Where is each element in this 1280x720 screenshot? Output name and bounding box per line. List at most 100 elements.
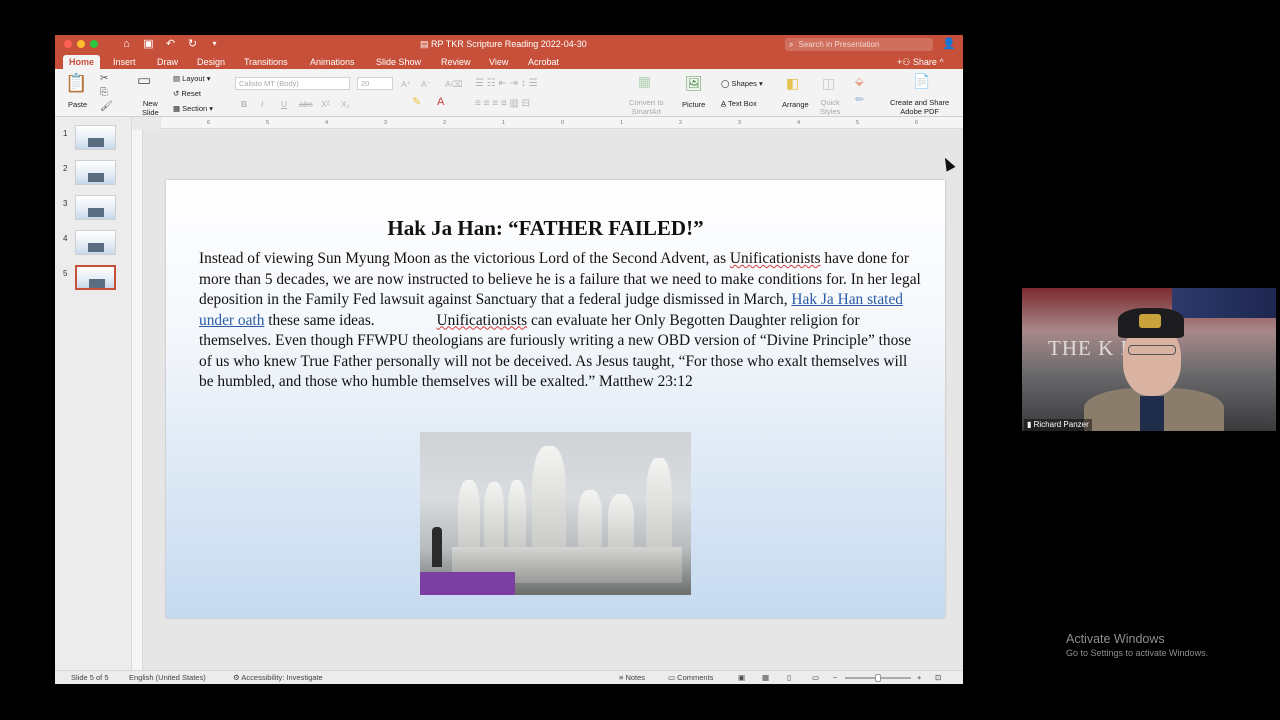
zoom-in-icon[interactable]: +	[917, 671, 921, 684]
tab-animations[interactable]: Animations	[304, 55, 361, 69]
tab-view[interactable]: View	[483, 55, 514, 69]
slide-sorter-icon[interactable]: ▦	[762, 671, 769, 684]
shape-outline-icon[interactable]: ✏	[855, 95, 864, 106]
slideshow-icon[interactable]: ▭	[812, 671, 819, 684]
new-slide-button[interactable]: New Slide	[142, 99, 159, 117]
decrease-font-icon[interactable]: A⁻	[421, 79, 431, 89]
arrange-icon[interactable]: ◧	[786, 75, 799, 91]
font-size-select[interactable]: 20	[357, 77, 393, 90]
slide-thumbnail[interactable]: 3	[55, 195, 132, 225]
quick-access-toolbar: ⌂ ▣ ↶ ↻ ▾	[120, 37, 221, 51]
collapse-ribbon-icon[interactable]: ^	[939, 57, 943, 67]
arrange-button[interactable]: Arrange	[782, 100, 809, 109]
ruler-tick-label: 1	[620, 120, 624, 126]
thumbnail-image	[75, 160, 116, 185]
tab-insert[interactable]: Insert	[107, 55, 142, 69]
search-input[interactable]: ⌕ Search in Presentation	[785, 38, 933, 51]
slide-counter: Slide 5 of 5	[71, 673, 109, 682]
slide-thumbnail[interactable]: 2	[55, 160, 132, 190]
shapes-button[interactable]: ◯ Shapes ▾	[721, 79, 763, 88]
slide-thumbnail[interactable]: 1	[55, 125, 132, 155]
flower-bed	[420, 572, 515, 595]
normal-view-icon[interactable]: ▣	[738, 671, 745, 684]
language-indicator[interactable]: English (United States)	[129, 671, 206, 684]
text-box-button[interactable]: A̲ Text Box	[721, 99, 757, 108]
quick-styles-button[interactable]: Quick Styles	[820, 98, 840, 116]
increase-font-icon[interactable]: A⁺	[401, 79, 411, 89]
statue-figure	[532, 446, 566, 554]
paste-icon[interactable]: 📋	[65, 74, 87, 92]
undo-icon[interactable]: ↶	[164, 37, 177, 51]
tab-draw[interactable]: Draw	[151, 55, 184, 69]
align-icons[interactable]: ≡ ≡ ≡ ≡ ▥ ⊟	[475, 99, 530, 109]
quick-styles-icon[interactable]: ◫	[822, 75, 835, 91]
activate-windows-watermark: Activate Windows Go to Settings to activ…	[1066, 632, 1209, 658]
tab-review[interactable]: Review	[435, 55, 477, 69]
paste-button[interactable]: Paste	[68, 100, 87, 109]
text-box-icon: A̲	[721, 99, 728, 108]
smartart-icon[interactable]: ▦	[638, 73, 651, 89]
picture-button[interactable]: Picture	[682, 100, 705, 109]
fit-to-window-icon[interactable]: ⊡	[935, 671, 941, 684]
new-slide-icon[interactable]: ▭	[137, 73, 151, 89]
bold-button[interactable]: B	[241, 99, 247, 109]
convert-smartart-button[interactable]: Convert to SmartArt	[629, 98, 664, 116]
tab-design[interactable]: Design	[191, 55, 231, 69]
shape-fill-icon[interactable]: ⬙	[855, 77, 863, 88]
highlight-icon[interactable]: ✎	[412, 97, 421, 108]
zoom-slider-handle[interactable]	[875, 674, 881, 682]
slide-thumbnail-selected[interactable]: 5	[55, 265, 132, 295]
tab-acrobat[interactable]: Acrobat	[522, 55, 565, 69]
flag-background	[1172, 288, 1276, 318]
font-color-icon[interactable]: A	[437, 97, 444, 108]
home-icon[interactable]: ⌂	[120, 37, 133, 51]
clear-format-icon[interactable]: A⌫	[445, 79, 463, 89]
statue-figure	[508, 480, 526, 552]
font-name-select[interactable]: Calisto MT (Body)	[235, 77, 350, 90]
layout-button[interactable]: ▤ Layout ▾	[173, 74, 211, 83]
ruler-tick-label: 2	[443, 120, 447, 126]
redo-icon[interactable]: ↻	[186, 37, 199, 51]
zoom-window-button[interactable]	[90, 40, 98, 48]
save-icon[interactable]: ▣	[142, 37, 155, 51]
minimize-window-button[interactable]	[77, 40, 85, 48]
slide[interactable]: Hak Ja Han: “FATHER FAILED!” Instead of …	[166, 180, 945, 618]
ruler-tick-label: 5	[266, 120, 270, 126]
webcam-video[interactable]: THE K PORT ▮ Richard Panzer	[1022, 288, 1276, 431]
share-button[interactable]: +⚇ Share ^	[897, 55, 944, 69]
bullets-icon[interactable]: ☰ ☷ ⇤ ⇥ ↕ ☰	[475, 79, 538, 89]
ruler-tick-label: 3	[384, 120, 388, 126]
notes-button[interactable]: ≡ Notes	[619, 671, 645, 684]
italic-button[interactable]: I	[261, 99, 263, 109]
subscript-button[interactable]: X₂	[341, 99, 350, 109]
slide-thumbnail[interactable]: 4	[55, 230, 132, 260]
format-painter-icon[interactable]: 🖌	[100, 99, 113, 115]
ruler-tick-label: 4	[325, 120, 329, 126]
search-icon: ⌕	[789, 40, 794, 49]
ruler-tick-label: 4	[797, 120, 801, 126]
close-window-button[interactable]	[64, 40, 72, 48]
superscript-button[interactable]: X²	[321, 99, 330, 109]
tab-slide-show[interactable]: Slide Show	[370, 55, 427, 69]
spelling-flag: Unificationists	[436, 311, 528, 329]
adobe-pdf-icon[interactable]: 📄	[913, 73, 930, 89]
reading-view-icon[interactable]: ▯	[787, 671, 791, 684]
reset-button[interactable]: ↺ Reset	[173, 89, 201, 98]
statues-photo[interactable]	[420, 432, 691, 595]
accessibility-button[interactable]: ⚙ Accessibility: Investigate	[233, 671, 323, 684]
comments-button[interactable]: ▭ Comments	[668, 671, 713, 684]
picture-icon[interactable]: 🖼	[685, 75, 703, 91]
screen: ⌂ ▣ ↶ ↻ ▾ ▤ RP TKR Scripture Reading 202…	[0, 0, 1280, 720]
tab-transitions[interactable]: Transitions	[238, 55, 294, 69]
slide-title[interactable]: Hak Ja Han: “FATHER FAILED!”	[166, 216, 925, 241]
zoom-out-icon[interactable]: −	[833, 671, 837, 684]
customize-icon[interactable]: ▾	[208, 37, 221, 51]
account-icon[interactable]: 👤	[942, 37, 956, 50]
ribbon: 📋 Paste ✂ ⎘ 🖌 ▭ New Slide ▤ Layout ▾ ↺ R…	[55, 69, 963, 117]
create-pdf-button[interactable]: Create and Share Adobe PDF	[890, 98, 949, 116]
strikethrough-button[interactable]: abc	[299, 99, 313, 109]
tab-home[interactable]: Home	[63, 55, 101, 69]
underline-button[interactable]: U	[281, 99, 287, 109]
section-button[interactable]: ▦ Section ▾	[173, 104, 213, 113]
slide-body-text[interactable]: Instead of viewing Sun Myung Moon as the…	[199, 249, 921, 393]
